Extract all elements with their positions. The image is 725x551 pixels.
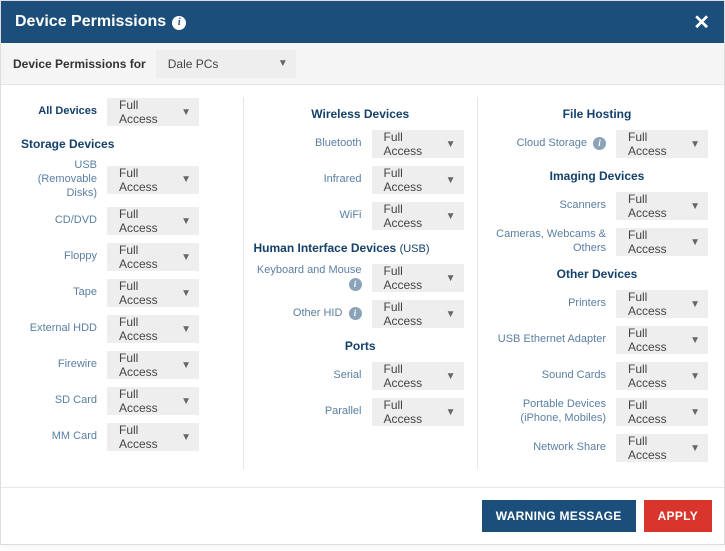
caret-down-icon: ▼	[434, 407, 456, 418]
wifi-label: WiFi	[252, 209, 372, 223]
wifi-select[interactable]: Full Access▼	[372, 202, 464, 230]
scope-label: Device Permissions for	[13, 57, 146, 71]
scope-select[interactable]: Dale PCs ▼	[156, 50, 296, 78]
firewire-label: Firewire	[17, 358, 107, 372]
scope-select-value: Dale PCs	[168, 57, 219, 71]
serial-select[interactable]: Full Access▼	[372, 362, 464, 390]
caret-down-icon: ▼	[266, 58, 288, 69]
warning-message-button[interactable]: WARNING MESSAGE	[482, 500, 636, 532]
device-permissions-modal: Device Permissions i ✕ Device Permission…	[0, 0, 725, 545]
portable-devices-select[interactable]: Full Access▼	[616, 398, 708, 426]
modal-title: Device Permissions	[15, 13, 166, 31]
infrared-select[interactable]: Full Access▼	[372, 166, 464, 194]
column-wireless-hid-ports: Wireless Devices BluetoothFull Access▼ I…	[243, 97, 478, 469]
hid-title: Human Interface Devices (USB)	[252, 241, 470, 255]
imaging-title: Imaging Devices	[486, 169, 708, 183]
usb-ethernet-select[interactable]: Full Access▼	[616, 326, 708, 354]
network-share-select[interactable]: Full Access▼	[616, 434, 708, 462]
bluetooth-label: Bluetooth	[252, 137, 372, 151]
caret-down-icon: ▼	[678, 371, 700, 382]
network-share-label: Network Share	[486, 441, 616, 455]
tape-label: Tape	[17, 286, 107, 300]
caret-down-icon: ▼	[169, 174, 191, 185]
sound-cards-select[interactable]: Full Access▼	[616, 362, 708, 390]
caret-down-icon: ▼	[169, 360, 191, 371]
caret-down-icon: ▼	[434, 371, 456, 382]
cameras-label: Cameras, Webcams & Others	[486, 228, 616, 256]
file-hosting-title: File Hosting	[486, 107, 708, 121]
caret-down-icon: ▼	[434, 139, 456, 150]
modal-body: All Devices Full Access▼ Storage Devices…	[1, 85, 724, 487]
other-devices-title: Other Devices	[486, 267, 708, 281]
caret-down-icon: ▼	[678, 237, 700, 248]
caret-down-icon: ▼	[678, 407, 700, 418]
bluetooth-select[interactable]: Full Access▼	[372, 130, 464, 158]
caret-down-icon: ▼	[169, 107, 191, 118]
cloud-storage-select[interactable]: Full Access▼	[616, 130, 708, 158]
caret-down-icon: ▼	[434, 273, 456, 284]
ports-title: Ports	[252, 339, 470, 353]
keyboard-mouse-select[interactable]: Full Access▼	[372, 264, 464, 292]
caret-down-icon: ▼	[169, 252, 191, 263]
caret-down-icon: ▼	[434, 211, 456, 222]
cameras-select[interactable]: Full Access▼	[616, 228, 708, 256]
column-file-imaging-other: File Hosting Cloud Storage iFull Access▼…	[477, 97, 716, 469]
wireless-title: Wireless Devices	[252, 107, 470, 121]
tape-select[interactable]: Full Access▼	[107, 279, 199, 307]
caret-down-icon: ▼	[434, 309, 456, 320]
caret-down-icon: ▼	[169, 396, 191, 407]
serial-label: Serial	[252, 369, 372, 383]
close-icon[interactable]: ✕	[693, 10, 710, 35]
caret-down-icon: ▼	[169, 288, 191, 299]
cd-label: CD/DVD	[17, 214, 107, 228]
floppy-label: Floppy	[17, 250, 107, 264]
info-icon[interactable]: i	[593, 137, 606, 150]
storage-devices-title: Storage Devices	[17, 137, 235, 151]
infrared-label: Infrared	[252, 173, 372, 187]
exthdd-label: External HDD	[17, 322, 107, 336]
info-icon[interactable]: i	[172, 14, 186, 30]
printers-select[interactable]: Full Access▼	[616, 290, 708, 318]
caret-down-icon: ▼	[678, 201, 700, 212]
mmcard-select[interactable]: Full Access▼	[107, 423, 199, 451]
caret-down-icon: ▼	[678, 443, 700, 454]
printers-label: Printers	[486, 297, 616, 311]
caret-down-icon: ▼	[678, 299, 700, 310]
caret-down-icon: ▼	[169, 324, 191, 335]
firewire-select[interactable]: Full Access▼	[107, 351, 199, 379]
floppy-select[interactable]: Full Access▼	[107, 243, 199, 271]
sound-cards-label: Sound Cards	[486, 369, 616, 383]
exthdd-select[interactable]: Full Access▼	[107, 315, 199, 343]
other-hid-select[interactable]: Full Access▼	[372, 300, 464, 328]
scanners-label: Scanners	[486, 199, 616, 213]
parallel-label: Parallel	[252, 405, 372, 419]
info-icon[interactable]: i	[349, 278, 362, 291]
caret-down-icon: ▼	[169, 216, 191, 227]
all-devices-label: All Devices	[17, 105, 107, 119]
modal-footer: WARNING MESSAGE APPLY	[1, 487, 724, 544]
other-hid-label: Other HID i	[252, 307, 372, 321]
portable-devices-label: Portable Devices (iPhone, Mobiles)	[486, 398, 616, 426]
caret-down-icon: ▼	[169, 432, 191, 443]
cloud-storage-label: Cloud Storage i	[486, 137, 616, 151]
scanners-select[interactable]: Full Access▼	[616, 192, 708, 220]
caret-down-icon: ▼	[434, 175, 456, 186]
mmcard-label: MM Card	[17, 430, 107, 444]
info-icon[interactable]: i	[349, 307, 362, 320]
apply-button[interactable]: APPLY	[644, 500, 712, 532]
usb-label: USB (Removable Disks)	[17, 159, 107, 200]
keyboard-mouse-label: Keyboard and Mouse i	[252, 264, 372, 292]
column-storage: All Devices Full Access▼ Storage Devices…	[9, 97, 243, 469]
sdcard-select[interactable]: Full Access▼	[107, 387, 199, 415]
usb-select[interactable]: Full Access▼	[107, 166, 199, 194]
cd-select[interactable]: Full Access▼	[107, 207, 199, 235]
sdcard-label: SD Card	[17, 394, 107, 408]
modal-header: Device Permissions i ✕	[1, 1, 724, 43]
subheader: Device Permissions for Dale PCs ▼	[1, 43, 724, 85]
caret-down-icon: ▼	[678, 139, 700, 150]
caret-down-icon: ▼	[678, 335, 700, 346]
all-devices-select[interactable]: Full Access▼	[107, 98, 199, 126]
parallel-select[interactable]: Full Access▼	[372, 398, 464, 426]
usb-ethernet-label: USB Ethernet Adapter	[486, 333, 616, 347]
